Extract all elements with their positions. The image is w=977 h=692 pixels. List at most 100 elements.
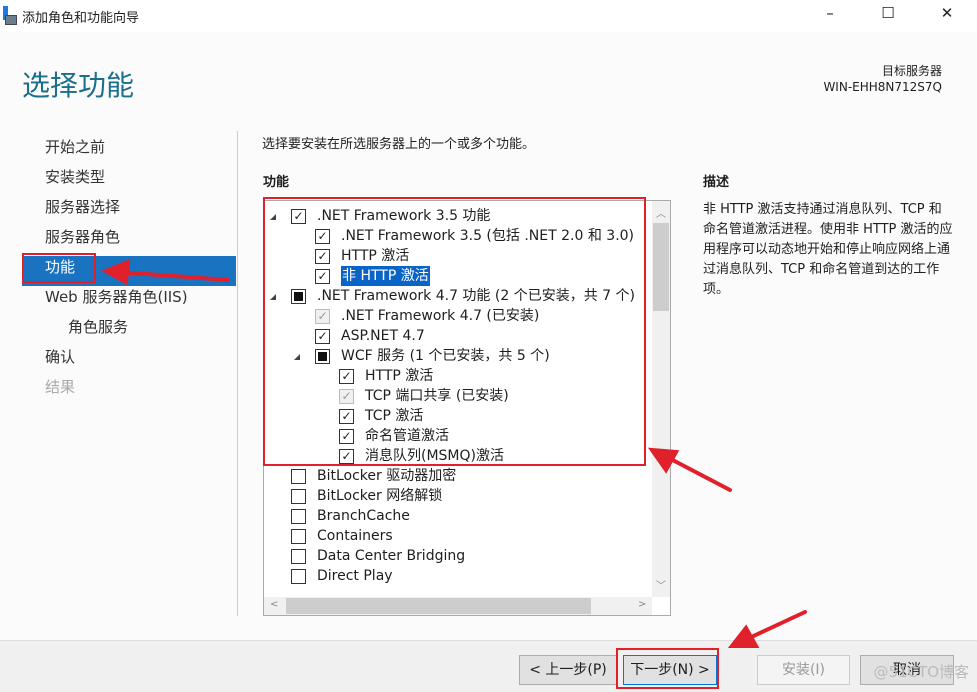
checkbox[interactable] (315, 349, 330, 364)
feature-label: HTTP 激活 (365, 368, 434, 384)
watermark: @51CTO博客 (873, 663, 969, 681)
checkbox[interactable]: ✓ (315, 329, 330, 344)
previous-button[interactable]: < 上一步(P) (519, 655, 617, 685)
feature-label: TCP 端口共享 (已安装) (365, 388, 509, 404)
feature-label: BitLocker 驱动器加密 (317, 468, 457, 484)
checkbox[interactable]: ✓ (315, 309, 330, 324)
features-tree[interactable]: ︿ ﹀ < > ✓ .NET Framework 3.5 功能 ✓ .NET Fram… (263, 200, 671, 616)
minimize-button[interactable]: – (810, 4, 850, 26)
checkbox[interactable] (291, 469, 306, 484)
feature-item[interactable]: .NET Framework 4.7 功能 (2 个已安装，共 7 个) (264, 286, 654, 306)
feature-item[interactable]: BitLocker 驱动器加密 (264, 466, 654, 486)
feature-item[interactable]: BitLocker 网络解锁 (264, 486, 654, 506)
nav-item[interactable]: 开始之前 (22, 136, 236, 166)
page-title: 选择功能 (22, 69, 135, 102)
feature-item[interactable]: ✓ HTTP 激活 (264, 246, 654, 266)
wizard-nav: 开始之前 安装类型 服务器选择 服务器角色 功能 Web 服务器角色(IIS) 角色服务 确认… (22, 136, 236, 406)
nav-item[interactable]: 功能 (22, 256, 236, 286)
checkbox[interactable]: ✓ (339, 389, 354, 404)
feature-label: 命名管道激活 (365, 428, 449, 444)
checkbox[interactable] (291, 549, 306, 564)
features-label: 功能 (263, 175, 290, 190)
nav-item[interactable]: 服务器角色 (22, 226, 236, 256)
server-manager-icon (3, 6, 19, 26)
feature-label: Containers (317, 528, 393, 544)
nav-item[interactable]: 角色服务 (22, 316, 236, 346)
checkbox[interactable] (291, 529, 306, 544)
description-text: 非 HTTP 激活支持通过消息队列、TCP 和命名管道激活进程。使用非 HTTP… (703, 202, 953, 297)
feature-item[interactable]: ✓ .NET Framework 3.5 功能 (264, 206, 654, 226)
feature-label: .NET Framework 4.7 功能 (2 个已安装，共 7 个) (317, 288, 635, 304)
description-label: 描述 (703, 175, 730, 190)
feature-item[interactable]: ✓ TCP 端口共享 (已安装) (264, 386, 654, 406)
vertical-scroll-thumb[interactable] (653, 223, 669, 311)
feature-item[interactable]: ✓ HTTP 激活 (264, 366, 654, 386)
checkbox[interactable] (291, 489, 306, 504)
checkbox[interactable]: ✓ (339, 429, 354, 444)
checkbox[interactable] (291, 289, 306, 304)
nav-item[interactable]: 确认 (22, 346, 236, 376)
intro-text: 选择要安装在所选服务器上的一个或多个功能。 (262, 137, 536, 152)
scroll-right-icon[interactable]: > (638, 599, 646, 610)
feature-item[interactable]: ✓ .NET Framework 4.7 (已安装) (264, 306, 654, 326)
feature-label: ASP.NET 4.7 (341, 328, 425, 344)
feature-label: 消息队列(MSMQ)激活 (365, 448, 504, 464)
checkbox[interactable]: ✓ (315, 229, 330, 244)
scroll-left-icon[interactable]: < (270, 599, 278, 610)
feature-label: WCF 服务 (1 个已安装，共 5 个) (341, 348, 550, 364)
checkbox[interactable]: ✓ (315, 269, 330, 284)
feature-label: TCP 激活 (365, 408, 424, 424)
feature-label: HTTP 激活 (341, 248, 410, 264)
feature-item[interactable]: ✓ 消息队列(MSMQ)激活 (264, 446, 654, 466)
horizontal-scrollbar[interactable]: < > (264, 597, 652, 615)
feature-label: Direct Play (317, 568, 393, 584)
feature-label: Data Center Bridging (317, 548, 466, 564)
close-button[interactable]: ✕ (927, 4, 967, 26)
arrow-to-next (743, 610, 807, 642)
target-server-name: WIN-EHH8N712S7Q (823, 80, 942, 94)
nav-item[interactable]: 安装类型 (22, 166, 236, 196)
expand-triangle-icon[interactable] (294, 354, 300, 360)
nav-item[interactable]: Web 服务器角色(IIS) (22, 286, 236, 316)
checkbox[interactable]: ✓ (339, 369, 354, 384)
arrow-to-features (663, 454, 732, 492)
maximize-button[interactable]: ☐ (868, 4, 908, 26)
feature-item[interactable]: ✓ TCP 激活 (264, 406, 654, 426)
feature-item[interactable]: BranchCache (264, 506, 654, 526)
scroll-up-icon[interactable]: ︿ (656, 205, 666, 220)
feature-label: .NET Framework 3.5 功能 (317, 208, 491, 224)
feature-label: .NET Framework 3.5 (包括 .NET 2.0 和 3.0) (341, 228, 635, 244)
checkbox[interactable] (291, 509, 306, 524)
feature-label: BranchCache (317, 508, 410, 524)
install-button[interactable]: 安装(I) (757, 655, 850, 685)
feature-item[interactable]: Data Center Bridging (264, 546, 654, 566)
nav-item[interactable]: 服务器选择 (22, 196, 236, 226)
nav-item[interactable]: 结果 (22, 376, 236, 406)
feature-item[interactable]: ✓ .NET Framework 3.5 (包括 .NET 2.0 和 3.0) (264, 226, 654, 246)
feature-item[interactable]: WCF 服务 (1 个已安装，共 5 个) (264, 346, 654, 366)
feature-item[interactable]: ✓ ASP.NET 4.7 (264, 326, 654, 346)
checkbox[interactable]: ✓ (339, 409, 354, 424)
feature-label: BitLocker 网络解锁 (317, 488, 443, 504)
checkbox[interactable]: ✓ (315, 249, 330, 264)
feature-label: .NET Framework 4.7 (已安装) (341, 308, 540, 324)
vertical-scrollbar[interactable]: ︿ ﹀ (652, 201, 670, 597)
window-title: 添加角色和功能向导 (22, 11, 140, 26)
checkbox[interactable]: ✓ (339, 449, 354, 464)
checkbox[interactable]: ✓ (291, 209, 306, 224)
divider (237, 131, 238, 616)
target-server-label: 目标服务器 (881, 64, 942, 78)
horizontal-scroll-thumb[interactable] (286, 598, 591, 614)
next-button[interactable]: 下一步(N) > (623, 655, 717, 685)
target-server: 目标服务器 WIN-EHH8N712S7Q (823, 63, 942, 95)
scroll-down-icon[interactable]: ﹀ (656, 577, 666, 592)
checkbox[interactable] (291, 569, 306, 584)
expand-triangle-icon[interactable] (270, 214, 276, 220)
feature-item[interactable]: Containers (264, 526, 654, 546)
title-bar: 添加角色和功能向导 – ☐ ✕ (0, 0, 977, 32)
feature-label: 非 HTTP 激活 (341, 266, 430, 286)
feature-item[interactable]: ✓ 命名管道激活 (264, 426, 654, 446)
feature-item[interactable]: Direct Play (264, 566, 654, 586)
feature-item[interactable]: ✓ 非 HTTP 激活 (264, 266, 654, 286)
expand-triangle-icon[interactable] (270, 294, 276, 300)
